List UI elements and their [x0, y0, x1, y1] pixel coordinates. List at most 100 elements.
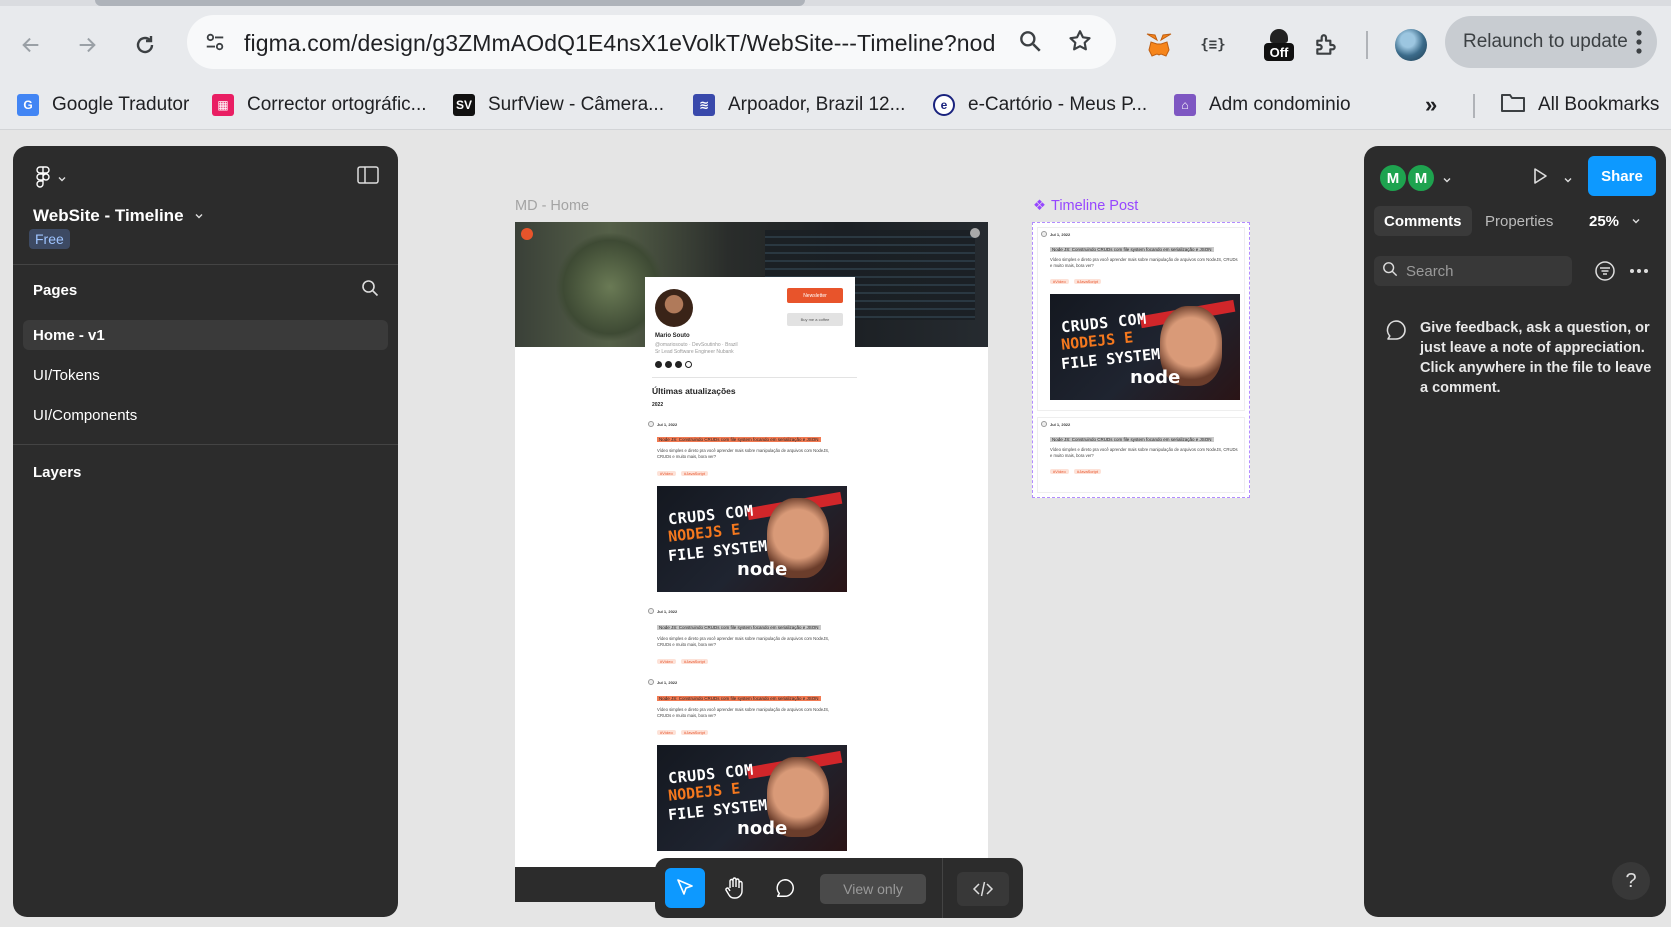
reload-icon[interactable]	[128, 28, 162, 62]
post-title: Node JS: Construindo CRUDs com file syst…	[1050, 247, 1214, 252]
bookmark-label: Corrector ortográfic...	[247, 94, 427, 115]
post-tag: #Vídeo	[657, 471, 676, 476]
search-input[interactable]	[1406, 262, 1556, 280]
present-play-icon[interactable]	[1530, 166, 1550, 191]
frame-md-home[interactable]: Newsletter Buy me a coffee Mario Souto @…	[515, 222, 988, 902]
chevron-down-icon[interactable]	[1563, 172, 1573, 190]
bookmark-surfview[interactable]: SV SurfView - Câmera...	[453, 87, 664, 123]
profile-role: Sr Lead Software Engineer Nubank	[655, 349, 734, 355]
bookmark-adm-condominio[interactable]: ⌂ Adm condominio	[1174, 87, 1351, 123]
extensions-puzzle-icon[interactable]	[1309, 28, 1343, 62]
chevron-down-icon	[1631, 213, 1641, 230]
page-item-ui-tokens[interactable]: UI/Tokens	[23, 360, 388, 390]
browser-toolbar: figma.com/design/g3ZMmAOdQ1E4nsX1eVolkT/…	[0, 6, 1671, 82]
profile-card: Newsletter Buy me a coffee Mario Souto @…	[645, 277, 855, 382]
post-tag: #JavaScript	[1074, 469, 1101, 474]
chevron-down-icon	[57, 171, 67, 189]
json-braces-icon[interactable]: {≡}	[1196, 28, 1230, 62]
chevron-down-icon[interactable]	[1442, 172, 1452, 190]
metamask-fox-icon[interactable]	[1142, 28, 1176, 62]
all-bookmarks-folder[interactable]: All Bookmarks	[1500, 87, 1659, 123]
bookmarks-divider	[1473, 94, 1475, 118]
post-title: Node JS: Construindo CRUDs com file syst…	[657, 437, 821, 442]
search-icon[interactable]	[361, 279, 379, 302]
more-bookmarks-chevron-icon[interactable]: »	[1425, 87, 1437, 123]
extension-off-icon[interactable]: Off	[1262, 28, 1296, 62]
extension-off-badge: Off	[1264, 43, 1294, 61]
site-settings-icon[interactable]	[201, 28, 229, 56]
social-icons	[655, 361, 692, 368]
post-tag: #Vídeo	[1050, 279, 1069, 284]
bookmark-arpoador[interactable]: ≋ Arpoador, Brazil 12...	[693, 87, 905, 123]
post-date: Jul 1, 2022	[1050, 422, 1071, 427]
e-icon: e	[933, 94, 955, 116]
address-bar[interactable]: figma.com/design/g3ZMmAOdQ1E4nsX1eVolkT/…	[187, 15, 1116, 69]
hand-tool-icon[interactable]	[715, 868, 755, 908]
share-button[interactable]: Share	[1588, 156, 1656, 196]
view-only-badge: View only	[820, 874, 926, 904]
zoom-icon[interactable]	[1017, 28, 1043, 59]
frame-badge	[521, 228, 533, 240]
post-tag: #Vídeo	[657, 659, 676, 664]
page-item-home-v1[interactable]: Home - v1	[23, 320, 388, 350]
timeline-dot	[1041, 231, 1047, 237]
bookmark-e-cartorio[interactable]: e e-Cartório - Meus P...	[933, 87, 1147, 123]
figma-main-menu[interactable]	[35, 166, 67, 193]
component-icon: ❖	[1033, 198, 1046, 214]
post-thumbnail: CRUDS COM NODEJS E FILE SYSTEM node	[657, 486, 847, 592]
frame-home-label[interactable]: MD - Home	[515, 198, 589, 214]
avatar[interactable]: M	[1406, 163, 1436, 193]
pages-heading: Pages	[33, 282, 78, 299]
tab-properties[interactable]: Properties	[1475, 206, 1563, 236]
comment-tool-icon[interactable]	[765, 868, 805, 908]
sidebar-toggle-icon[interactable]	[357, 166, 379, 189]
component-variant-1: Jul 1, 2022 Node JS: Construindo CRUDs c…	[1037, 227, 1245, 411]
bookmark-corrector[interactable]: ▦ Corrector ortográfic...	[212, 87, 427, 123]
url-text[interactable]: figma.com/design/g3ZMmAOdQ1E4nsX1eVolkT/…	[244, 30, 994, 57]
zoom-dropdown[interactable]: 25%	[1589, 206, 1641, 236]
grid-icon: ▦	[212, 94, 234, 116]
filter-icon[interactable]	[1594, 260, 1616, 287]
zoom-level-text: 25%	[1589, 212, 1620, 230]
help-button[interactable]: ?	[1612, 862, 1650, 900]
post-tag: #JavaScript	[681, 730, 708, 735]
post-date: Jul 1, 2022	[657, 609, 678, 614]
forward-icon[interactable]	[70, 28, 104, 62]
back-icon[interactable]	[14, 28, 48, 62]
toolbar-divider	[1366, 31, 1368, 59]
profile-avatar[interactable]	[1394, 28, 1428, 62]
post-description: Vídeo simples e direto pra você aprender…	[657, 636, 830, 647]
year-heading: 2022	[652, 402, 664, 408]
comment-search-box[interactable]	[1374, 256, 1572, 286]
file-title[interactable]: WebSite - Timeline	[33, 206, 204, 226]
timeline-dot	[648, 608, 654, 614]
bookmarks-bar: G Google Tradutor ▦ Corrector ortográfic…	[0, 82, 1671, 130]
profile-photo	[655, 289, 693, 327]
post-date: Jul 1, 2022	[657, 422, 678, 427]
profile-name: Mario Souto	[655, 333, 690, 339]
all-bookmarks-label: All Bookmarks	[1538, 94, 1660, 115]
bookmark-label: e-Cartório - Meus P...	[968, 94, 1148, 115]
page-item-ui-components[interactable]: UI/Components	[23, 400, 388, 430]
frame-component-label[interactable]: ❖ Timeline Post	[1033, 198, 1138, 214]
comment-bubble-icon	[1384, 318, 1408, 398]
dev-mode-code-icon[interactable]	[957, 872, 1009, 906]
component-timeline-post[interactable]: Jul 1, 2022 Node JS: Construindo CRUDs c…	[1032, 222, 1250, 498]
tab-comments[interactable]: Comments	[1374, 206, 1472, 236]
post-title: Node JS: Construindo CRUDs com file syst…	[657, 696, 821, 701]
bookmark-google-tradutor[interactable]: G Google Tradutor	[17, 87, 189, 123]
move-tool-cursor-icon[interactable]	[665, 868, 705, 908]
post-tag: #JavaScript	[681, 471, 708, 476]
relaunch-to-update-button[interactable]: Relaunch to update	[1445, 16, 1657, 68]
more-options-icon[interactable]	[1628, 260, 1650, 287]
bookmark-star-icon[interactable]	[1067, 28, 1093, 59]
thumb-node-logo: node	[737, 818, 788, 839]
post-title: Node JS: Construindo CRUDs com file syst…	[657, 625, 821, 630]
bookmark-label: SurfView - Câmera...	[488, 94, 664, 115]
house-icon: ⌂	[1174, 94, 1196, 116]
post-description: Vídeo simples e direto pra você aprender…	[657, 448, 830, 459]
avatar[interactable]: M	[1378, 163, 1408, 193]
component-variant-2: Jul 1, 2022 Node JS: Construindo CRUDs c…	[1037, 417, 1245, 493]
coffee-button: Buy me a coffee	[787, 313, 843, 326]
post-title: Node JS: Construindo CRUDs com file syst…	[1050, 437, 1214, 442]
